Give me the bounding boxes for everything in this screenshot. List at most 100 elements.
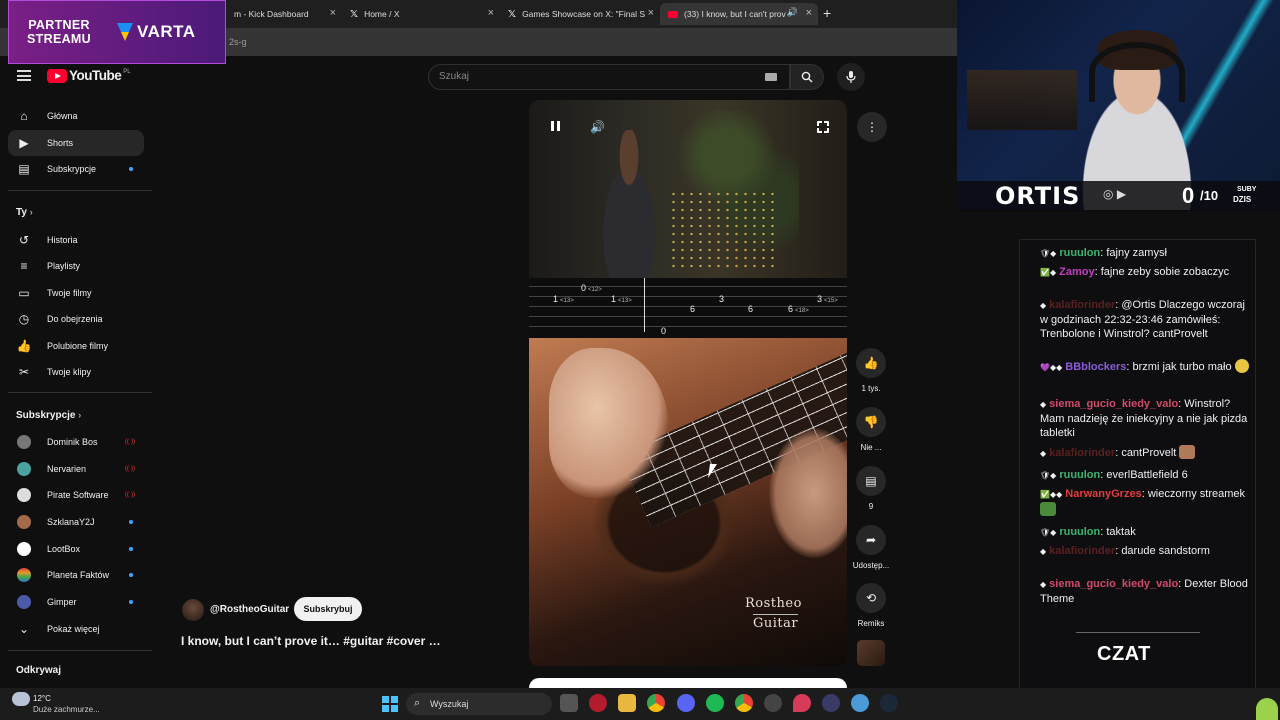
close-icon[interactable]: × bbox=[648, 7, 654, 19]
more-options-button[interactable]: ⋮ bbox=[857, 112, 887, 142]
share-icon: ➦ bbox=[856, 525, 886, 555]
sidebar-item-shorts[interactable]: ▶ Shorts bbox=[8, 130, 144, 156]
search-input[interactable]: Szukaj bbox=[439, 71, 469, 82]
sidebar-item-label: Historia bbox=[47, 235, 78, 245]
sidebar-subscription[interactable]: Pirate Software ((·)) bbox=[8, 482, 144, 508]
short-video-player[interactable]: 0 <12> 1 <13> 1 <13> 3 3 <15> 6 6 6 <18> 0 Ro… bbox=[529, 100, 847, 666]
more-vert-icon: ⋮ bbox=[866, 120, 878, 134]
chat-message: 🛡◆ ruuulon: fajny zamysł bbox=[1040, 247, 1167, 259]
tab-home-x[interactable]: 𝕏 Home / X × bbox=[342, 3, 500, 25]
ccleaner-icon[interactable] bbox=[851, 694, 869, 712]
comments-button[interactable]: ▤ 9 bbox=[849, 466, 893, 511]
app-icon[interactable] bbox=[764, 694, 782, 712]
sidebar-item-liked[interactable]: 👍 Polubione filmy bbox=[8, 333, 144, 359]
chat-message: ◆ kalafiorinder: darude sandstorm bbox=[1040, 545, 1210, 557]
badge-icons: 🛡◆ bbox=[1040, 528, 1057, 537]
taskbar-search[interactable]: ⌕ Wyszukaj bbox=[406, 693, 552, 715]
channel-name: Nervarien bbox=[47, 464, 87, 474]
sub-label-bottom: DZIS bbox=[1233, 195, 1252, 204]
channel-name: Planeta Faktów bbox=[47, 570, 110, 580]
sound-thumbnail[interactable] bbox=[857, 640, 885, 666]
sidebar-item-clips[interactable]: ✂ Twoje klipy bbox=[8, 359, 144, 385]
tab-label: Games Showcase on X: "Final S bbox=[522, 9, 646, 19]
youtube-play-icon bbox=[47, 68, 67, 83]
partner-badge: PARTNER STREAMU VARTA bbox=[8, 0, 226, 64]
partner-line-2: STREAMU bbox=[27, 32, 91, 46]
chrome-icon[interactable] bbox=[735, 694, 753, 712]
string-lights-image bbox=[669, 190, 779, 270]
speaker-icon[interactable]: 🔊 bbox=[787, 7, 798, 18]
close-icon[interactable]: × bbox=[330, 7, 336, 19]
microphone-icon bbox=[846, 71, 856, 83]
sidebar-item-your-videos[interactable]: ▭ Twoje filmy bbox=[8, 280, 144, 306]
tab-kick-dashboard[interactable]: m - Kick Dashboard × bbox=[226, 3, 342, 25]
pause-icon[interactable] bbox=[549, 121, 561, 133]
show-more-button[interactable]: ⌄ Pokaż więcej bbox=[8, 616, 144, 642]
channel-name: LootBox bbox=[47, 544, 81, 554]
avatar bbox=[17, 435, 31, 449]
sidebar-item-history[interactable]: ↺ Historia bbox=[8, 227, 144, 253]
search-button[interactable] bbox=[790, 64, 824, 90]
task-view-icon[interactable] bbox=[560, 694, 578, 712]
weather-cloud-icon[interactable] bbox=[12, 692, 30, 706]
section-subscriptions[interactable]: Subskrypcje › bbox=[16, 410, 81, 421]
webcam-overlay bbox=[957, 0, 1280, 210]
windows-start-icon[interactable] bbox=[382, 696, 398, 712]
volume-icon[interactable]: 🔊 bbox=[590, 120, 605, 134]
subscribe-button[interactable]: Subskrybuj bbox=[294, 597, 362, 621]
badge-icons: ✅◆ bbox=[1040, 268, 1057, 277]
sidebar-item-home[interactable]: ⌂ Główna bbox=[8, 103, 144, 129]
sidebar-item-playlists[interactable]: ≡ Playlisty bbox=[8, 253, 144, 279]
app-icon[interactable] bbox=[822, 694, 840, 712]
sidebar-subscription[interactable]: Planeta Faktów bbox=[8, 562, 144, 588]
weather-temp[interactable]: 12°C bbox=[33, 694, 51, 703]
spotify-icon[interactable] bbox=[706, 694, 724, 712]
voice-search-button[interactable] bbox=[837, 63, 865, 91]
like-button[interactable]: 👍 1 tys. bbox=[849, 348, 893, 393]
close-icon[interactable]: × bbox=[806, 7, 812, 19]
badge-icons: ◆ bbox=[1040, 301, 1047, 310]
hamburger-menu-icon[interactable] bbox=[17, 70, 31, 81]
close-icon[interactable]: × bbox=[488, 7, 494, 19]
tab-youtube-active[interactable]: (33) I know, but I can't prov 🔊 × bbox=[660, 3, 818, 25]
chrome-icon[interactable] bbox=[647, 694, 665, 712]
maps-pin-icon[interactable] bbox=[793, 694, 811, 712]
sidebar-subscription[interactable]: Dominik Bos ((·)) bbox=[8, 429, 144, 455]
channel-name[interactable]: @RostheoGuitar bbox=[210, 604, 289, 615]
sidebar-item-watch-later[interactable]: ◷ Do obejrzenia bbox=[8, 306, 144, 332]
chevron-right-icon: › bbox=[29, 207, 33, 217]
fullscreen-icon[interactable] bbox=[816, 120, 830, 134]
new-tab-button[interactable]: + bbox=[823, 5, 831, 21]
short-title[interactable]: I know, but I can’t prove it… #guitar #c… bbox=[181, 634, 441, 648]
tab-note: 3 <15> bbox=[817, 294, 838, 304]
your-videos-icon: ▭ bbox=[18, 286, 30, 300]
like-icon: 👍 bbox=[16, 339, 32, 353]
channel-avatar[interactable] bbox=[182, 599, 204, 621]
opera-icon[interactable] bbox=[589, 694, 607, 712]
discord-icon[interactable] bbox=[677, 694, 695, 712]
remix-button[interactable]: ⟲ Remiks bbox=[849, 583, 893, 628]
sub-goal: /10 bbox=[1200, 188, 1219, 203]
avatar bbox=[17, 542, 31, 556]
android-mascot-icon bbox=[1256, 698, 1278, 720]
sidebar-subscription[interactable]: LootBox bbox=[8, 536, 144, 562]
sidebar-subscription[interactable]: Gimper bbox=[8, 589, 144, 615]
tab-games-showcase[interactable]: 𝕏 Games Showcase on X: "Final S × bbox=[500, 3, 660, 25]
sidebar-subscription[interactable]: Nervarien ((·)) bbox=[8, 456, 144, 482]
dislike-button[interactable]: 👎 Nie ... bbox=[849, 407, 893, 452]
windows-taskbar bbox=[0, 688, 1280, 720]
subscriptions-icon: ▤ bbox=[18, 162, 30, 176]
keyboard-icon[interactable] bbox=[765, 73, 777, 81]
youtube-logo[interactable]: YouTube PL bbox=[47, 68, 131, 83]
steam-icon[interactable] bbox=[880, 694, 898, 712]
tab-note: 0 bbox=[661, 326, 667, 336]
file-explorer-icon[interactable] bbox=[618, 694, 636, 712]
sidebar-item-subscriptions[interactable]: ▤ Subskrypcje bbox=[8, 156, 144, 182]
emote-icon bbox=[1040, 502, 1056, 516]
weather-desc[interactable]: Duże zachmurze... bbox=[33, 705, 100, 714]
section-you[interactable]: Ty › bbox=[16, 207, 33, 218]
share-button[interactable]: ➦ Udostęp... bbox=[849, 525, 893, 570]
sidebar-subscription[interactable]: SzklanaY2J bbox=[8, 509, 144, 535]
badge-icons: ✅◆◆ bbox=[1040, 490, 1063, 499]
search-box[interactable]: Szukaj bbox=[428, 64, 790, 90]
